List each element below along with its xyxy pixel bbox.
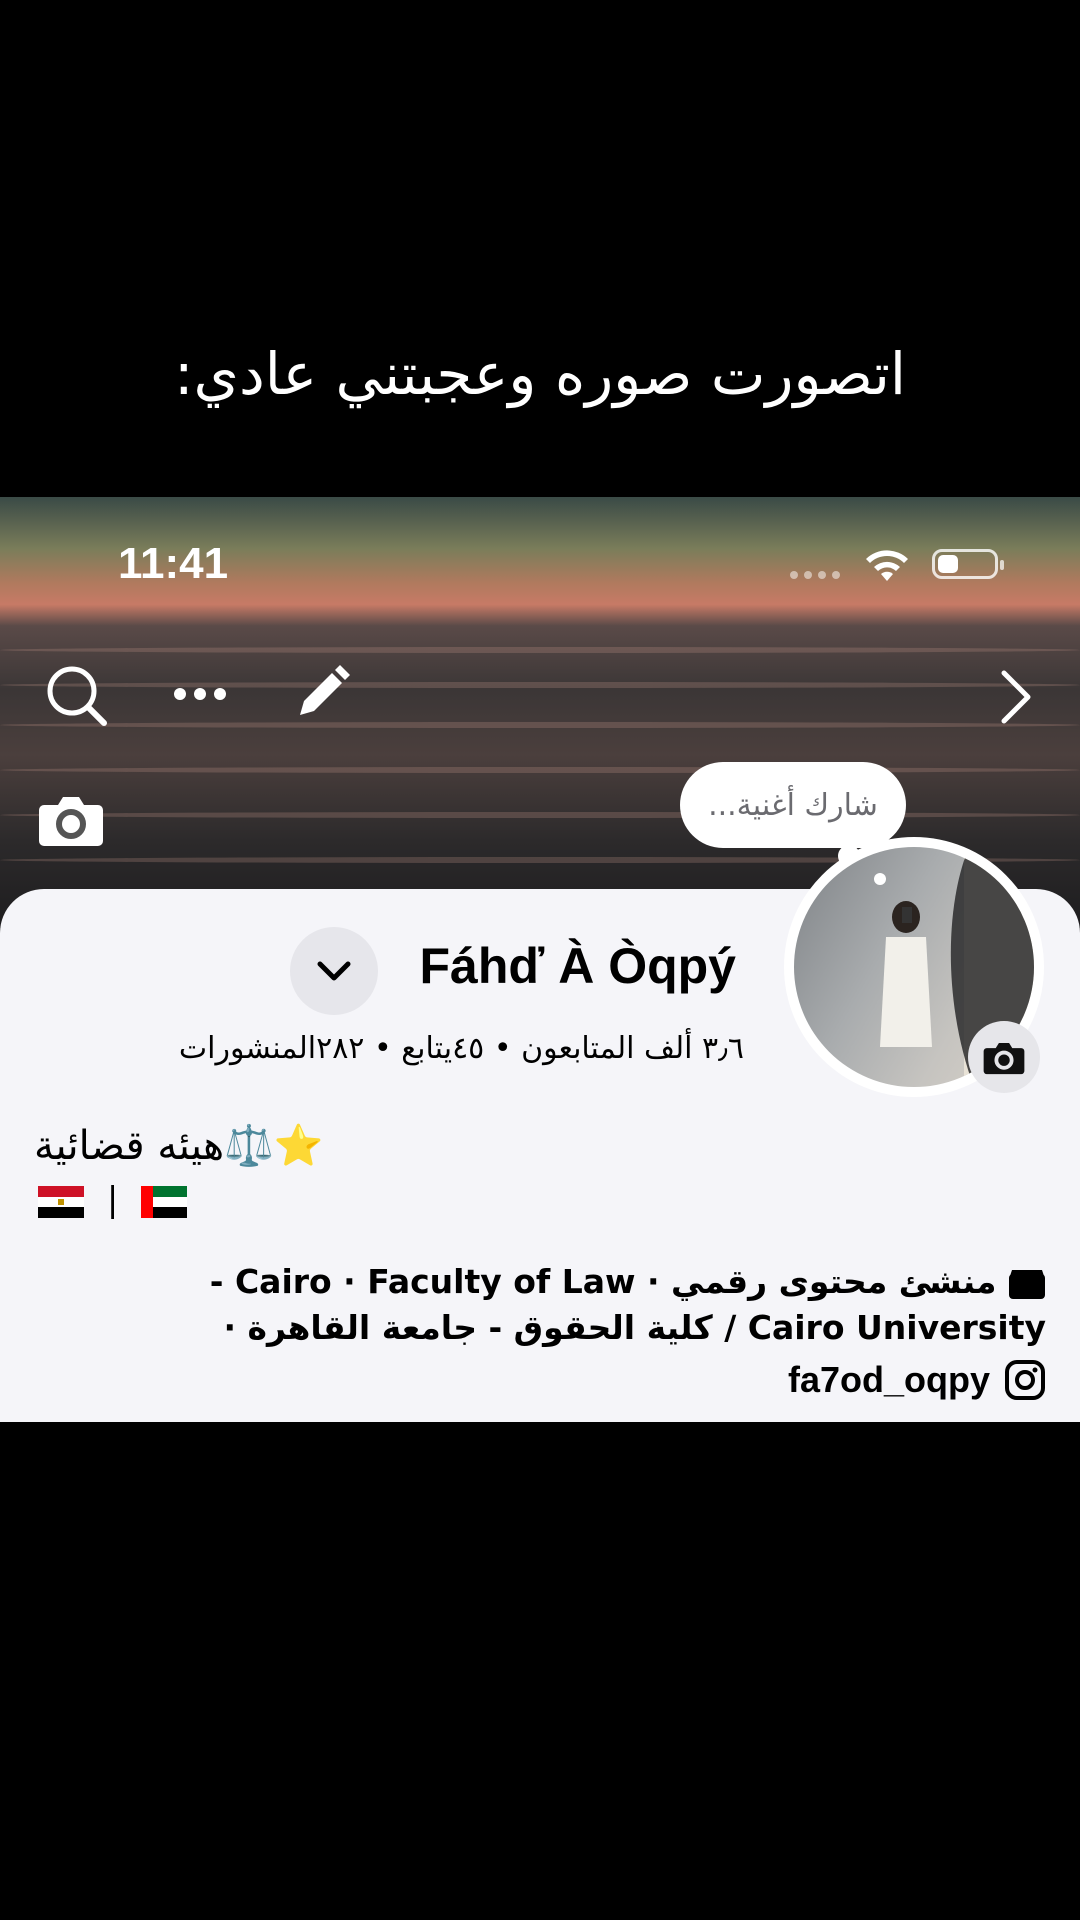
camera-icon (983, 1043, 1025, 1075)
account-switcher-button[interactable] (290, 927, 378, 1015)
flag-separator: | (106, 1180, 119, 1220)
bio-line: هيئه قضائية⚖️⭐️ (34, 1123, 324, 1169)
wifi-icon (866, 550, 908, 581)
edit-icon[interactable] (292, 663, 352, 723)
search-icon[interactable] (44, 663, 110, 729)
details-line-1: منشئ محتوى رقمي · Cairo · Faculty of Law… (26, 1259, 1046, 1305)
video-caption: اتصورت صوره وعجبتني عادي: (174, 340, 906, 408)
status-time: 11:41 (118, 539, 229, 588)
share-song-text: شارك أغنية... (708, 787, 878, 823)
chevron-down-icon (317, 961, 351, 981)
camera-icon (39, 797, 103, 846)
details-line-2: Cairo University / كلية الحقوق - جامعة ا… (223, 1308, 1046, 1347)
egypt-flag-icon (38, 1185, 84, 1218)
profile-details: منشئ محتوى رقمي · Cairo · Faculty of Law… (26, 1259, 1046, 1351)
more-icon[interactable] (172, 683, 228, 705)
instagram-handle: fa7od_oqpy (787, 1359, 990, 1400)
profile-stats[interactable]: ٣٫٦ ألف المتابعون • ٤٥يتابع • ٢٨٢المنشور… (179, 1031, 744, 1066)
profile-screenshot: 11:41 شارك أغنية... Fáhď À Òqpý ٣٫٦ ألف … (0, 497, 1080, 1422)
clapper-icon (1009, 1269, 1045, 1299)
avatar-camera-button[interactable] (968, 1021, 1040, 1093)
details-line-1-text: منشئ محتوى رقمي · Cairo · Faculty of Law… (209, 1262, 997, 1301)
profile-name: Fáhď À Òqpý (419, 938, 736, 994)
share-song-bubble[interactable]: شارك أغنية... (680, 762, 906, 848)
signal-dots (790, 571, 840, 579)
chevron-right-icon[interactable] (996, 669, 1036, 725)
bio-flags: | (38, 1180, 188, 1220)
uae-flag-icon (141, 1185, 188, 1218)
cover-camera-button[interactable] (38, 791, 104, 847)
battery-icon (932, 549, 1004, 579)
instagram-icon (1005, 1360, 1045, 1400)
instagram-link[interactable]: fa7od_oqpy (788, 1359, 1046, 1401)
